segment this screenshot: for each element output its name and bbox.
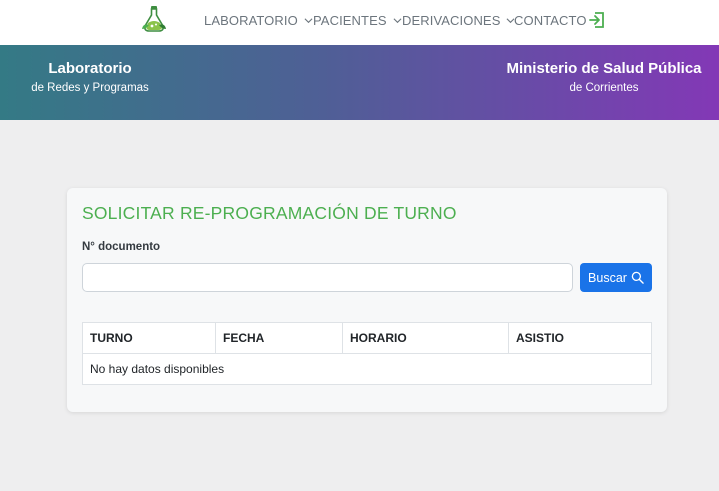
chevron-down-icon [393, 18, 402, 24]
column-header-turno[interactable]: TURNO [82, 322, 216, 354]
search-icon [631, 271, 644, 284]
nav-derivaciones-label: DERIVACIONES [402, 13, 501, 28]
nav-pacientes-label: PACIENTES [313, 13, 387, 28]
turnos-table: TURNO FECHA HORARIO ASISTIO No hay datos… [82, 322, 652, 385]
header-banner: Laboratorio de Redes y Programas Ministe… [0, 45, 719, 120]
search-button[interactable]: Buscar [580, 263, 652, 292]
nav-contacto[interactable]: CONTACTO [514, 13, 587, 28]
nav-pacientes[interactable]: PACIENTES [313, 13, 402, 28]
search-button-label: Buscar [588, 270, 627, 285]
banner-right-subtitle: de Corrientes [569, 82, 639, 94]
column-header-horario[interactable]: HORARIO [342, 322, 509, 354]
empty-table-message: No hay datos disponibles [82, 353, 652, 385]
top-navbar: LABORATORIO PACIENTES DERIVACIONES CONTA… [0, 0, 719, 45]
banner-left-title: Laboratorio [48, 60, 132, 77]
column-header-fecha[interactable]: FECHA [215, 322, 343, 354]
nav-contacto-label: CONTACTO [514, 13, 587, 28]
flask-leaf-icon[interactable] [139, 4, 169, 34]
document-input[interactable] [82, 263, 573, 292]
table-row: No hay datos disponibles [82, 353, 652, 385]
chevron-down-icon [304, 18, 313, 24]
table-header-row: TURNO FECHA HORARIO ASISTIO [82, 322, 652, 354]
reschedule-card: SOLICITAR RE-PROGRAMACIÓN DE TURNO N° do… [67, 188, 667, 412]
nav-derivaciones[interactable]: DERIVACIONES [402, 13, 515, 28]
column-header-asistio[interactable]: ASISTIO [508, 322, 652, 354]
nav-laboratorio-label: LABORATORIO [204, 13, 298, 28]
nav-laboratorio[interactable]: LABORATORIO [204, 13, 313, 28]
sign-out-icon[interactable] [587, 10, 607, 30]
document-label: N° documento [82, 241, 161, 253]
banner-right-title: Ministerio de Salud Pública [506, 60, 702, 77]
banner-left-subtitle: de Redes y Programas [31, 82, 149, 94]
page-title: SOLICITAR RE-PROGRAMACIÓN DE TURNO [82, 203, 457, 223]
